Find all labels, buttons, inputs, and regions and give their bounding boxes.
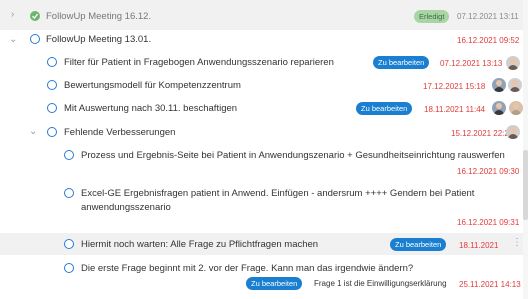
scrollbar[interactable] xyxy=(523,0,528,299)
circle-icon[interactable] xyxy=(47,127,57,137)
avatar xyxy=(492,78,506,92)
task-row[interactable]: Filter für Patient in Fragebogen Anwendu… xyxy=(0,52,528,74)
subtask-date: 16.12.2021 09:31 xyxy=(457,218,520,227)
status-badge[interactable]: Zu bearbeiten xyxy=(356,102,413,115)
status-badge[interactable]: Zu bearbeiten xyxy=(373,56,430,69)
chevron-down-icon[interactable]: ⌄ xyxy=(9,35,17,45)
avatar xyxy=(508,78,522,92)
subtask-row[interactable]: Prozess und Ergebnis-Seite bei Patient i… xyxy=(0,145,528,181)
task-title: Filter für Patient in Fragebogen Anwendu… xyxy=(64,57,334,68)
status-badge[interactable]: Zu bearbeiten xyxy=(390,238,447,251)
check-circle-icon[interactable] xyxy=(30,11,40,21)
circle-icon[interactable] xyxy=(64,263,74,273)
meeting-title: FollowUp Meeting 13.01. xyxy=(46,34,152,45)
avatar xyxy=(492,101,506,115)
subtask-row[interactable]: Excel-GE Ergebnisfragen patient in Anwen… xyxy=(0,182,528,232)
scrollbar-thumb[interactable] xyxy=(523,150,528,220)
circle-icon[interactable] xyxy=(64,150,74,160)
meeting-title: FollowUp Meeting 16.12. xyxy=(46,11,152,22)
subtask-row[interactable]: Hiermit noch warten: Alle Frage zu Pflic… xyxy=(0,233,528,255)
avatar xyxy=(506,56,520,70)
task-title: Bewertungsmodell für Kompetenzzentrum xyxy=(64,80,241,91)
subtask-title: Hiermit noch warten: Alle Frage zu Pflic… xyxy=(81,239,319,250)
subtask-row[interactable]: Die erste Frage beginnt mit 2. vor der F… xyxy=(0,257,528,299)
task-date: 17.12.2021 15:18 xyxy=(423,82,486,91)
subtask-note: Frage 1 ist die Einwilligungserklärung xyxy=(314,279,447,288)
subtask-title: Excel-GE Ergebnisfragen patient in Anwen… xyxy=(81,188,475,199)
meeting-date: 07.12.2021 13:11 xyxy=(457,12,519,21)
task-date: 18.11.2021 11:44 xyxy=(424,105,486,114)
subtask-date: 18.11.2021 xyxy=(459,241,499,250)
circle-icon[interactable] xyxy=(64,188,74,198)
circle-icon[interactable] xyxy=(47,80,57,90)
task-title: Fehlende Verbesserungen xyxy=(64,127,176,138)
subtask-title-continued: anwendungsszenario xyxy=(81,202,171,213)
meeting-row[interactable]: › FollowUp Meeting 16.12. Erledigt 07.12… xyxy=(0,0,528,30)
chevron-down-icon[interactable]: ⌄ xyxy=(29,127,37,137)
avatar xyxy=(506,125,520,139)
subtask-title: Prozess und Ergebnis-Seite bei Patient i… xyxy=(81,150,505,161)
chevron-right-icon[interactable]: › xyxy=(11,10,14,20)
circle-icon[interactable] xyxy=(47,103,57,113)
task-date: 15.12.2021 22:26 xyxy=(451,129,514,138)
meeting-date: 16.12.2021 09:52 xyxy=(457,36,520,45)
status-badge[interactable]: Zu bearbeiten xyxy=(246,277,303,290)
task-date: 07.12.2021 13:13 xyxy=(440,59,503,68)
subtask-date: 25.11.2021 14:13 xyxy=(459,280,521,289)
more-vertical-icon[interactable]: ⋮ xyxy=(512,238,522,248)
circle-icon[interactable] xyxy=(47,57,57,67)
task-row[interactable]: Mit Auswertung nach 30.11. beschaftigen … xyxy=(0,97,528,119)
meeting-row[interactable]: ⌄ FollowUp Meeting 13.01. 16.12.2021 09:… xyxy=(0,30,528,52)
circle-icon[interactable] xyxy=(64,239,74,249)
subtask-date: 16.12.2021 09:30 xyxy=(457,167,520,176)
task-row[interactable]: ⌄ Fehlende Verbesserungen 15.12.2021 22:… xyxy=(0,120,528,144)
avatar xyxy=(509,101,523,115)
circle-icon[interactable] xyxy=(30,34,40,44)
subtask-title: Die erste Frage beginnt mit 2. vor der F… xyxy=(81,263,414,274)
task-row[interactable]: Bewertungsmodell für Kompetenzzentrum 17… xyxy=(0,74,528,96)
task-title: Mit Auswertung nach 30.11. beschaftigen xyxy=(64,103,238,114)
status-badge: Erledigt xyxy=(414,10,450,23)
